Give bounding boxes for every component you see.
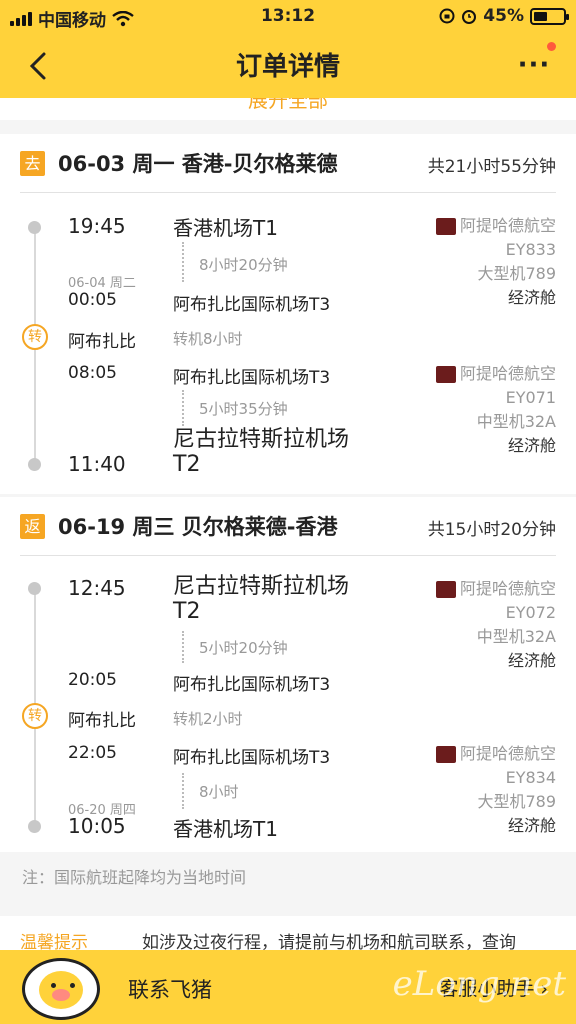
arrival-airport: 阿布扎比国际机场T3 — [173, 675, 331, 695]
airline-name: 阿提哈德航空 — [459, 579, 556, 598]
arrival-time: 10:05 — [68, 814, 126, 838]
timeline-start-dot — [28, 582, 41, 595]
transfer-layover: 转机8小时 — [173, 330, 243, 348]
departure-time: 12:45 — [68, 576, 126, 600]
airline-info: 阿提哈德航空 EY834 大型机789 经济舱 — [435, 742, 556, 838]
aircraft-type: 大型机789 — [477, 792, 556, 811]
return-tag: 返 — [20, 514, 45, 539]
arrival-airport: 尼古拉特斯拉机场T2 — [173, 427, 350, 477]
flight-duration: 8小时 — [199, 783, 239, 801]
flight-number: EY834 — [505, 768, 556, 787]
departure-time: 22:05 — [68, 743, 117, 763]
fliggy-mascot-icon[interactable] — [22, 958, 100, 1020]
cabin-class: 经济舱 — [507, 651, 556, 670]
flight-number: EY071 — [505, 388, 556, 407]
arrival-time: 00:05 — [68, 290, 117, 310]
transfer-badge: 转 — [22, 703, 48, 729]
departure-time: 19:45 — [68, 214, 126, 238]
outbound-header: 去 06-03 周一 香港-贝尔格莱德 共21小时55分钟 — [0, 134, 576, 192]
page-title: 订单详情 — [235, 52, 340, 82]
airline-logo — [435, 745, 456, 763]
return-total-duration: 共15小时20分钟 — [427, 520, 556, 540]
arrival-airport: 阿布扎比国际机场T3 — [173, 295, 331, 315]
bottom-bar: 联系飞猪 客服小助手 › eLong.net — [0, 950, 576, 1024]
airline-info: 阿提哈德航空 EY071 中型机32A 经济舱 — [435, 362, 556, 458]
airline-name: 阿提哈德航空 — [459, 216, 556, 235]
duration-line — [182, 390, 184, 426]
airline-logo — [435, 365, 456, 383]
cabin-class: 经济舱 — [507, 816, 556, 835]
flight-duration: 5小时35分钟 — [199, 400, 288, 418]
aircraft-type: 中型机32A — [476, 627, 556, 646]
duration-line — [182, 242, 184, 282]
rotation-lock-icon — [439, 8, 455, 24]
return-route: 06-19 周三 贝尔格莱德-香港 — [58, 515, 338, 539]
flight-number: EY833 — [505, 240, 556, 259]
alarm-icon — [462, 10, 477, 24]
aircraft-type: 大型机789 — [477, 264, 556, 283]
divider — [20, 555, 556, 556]
airline-name: 阿提哈德航空 — [459, 364, 556, 383]
timeline-start-dot — [28, 221, 41, 234]
duration-line — [182, 631, 184, 663]
arrival-time: 11:40 — [68, 452, 126, 476]
cabin-class: 经济舱 — [507, 436, 556, 455]
departure-airport: 阿布扎比国际机场T3 — [173, 748, 331, 768]
transfer-city: 阿布扎比 — [68, 711, 136, 731]
transfer-badge: 转 — [22, 324, 48, 350]
departure-airport: 香港机场T1 — [173, 216, 278, 240]
flight-duration: 8小时20分钟 — [199, 256, 288, 274]
notification-dot — [547, 42, 556, 51]
more-icon[interactable]: ··· — [514, 50, 554, 80]
expand-all-link[interactable]: 展开全部 — [0, 98, 576, 120]
battery-percent: 45% — [483, 6, 524, 26]
arrival-time: 20:05 — [68, 670, 117, 690]
timeline-end-dot — [28, 820, 41, 833]
airline-info: 阿提哈德航空 EY833 大型机789 经济舱 — [435, 214, 556, 310]
airline-info: 阿提哈德航空 EY072 中型机32A 经济舱 — [435, 577, 556, 673]
transfer-layover: 转机2小时 — [173, 710, 243, 728]
timeline-end-dot — [28, 458, 41, 471]
local-time-note: 注：国际航班起降均为当地时间 — [22, 868, 247, 887]
airline-logo — [435, 580, 456, 598]
airline-name: 阿提哈德航空 — [459, 744, 556, 763]
nav-bar: 订单详情 ··· — [0, 32, 576, 98]
transfer-city: 阿布扎比 — [68, 332, 136, 352]
flight-duration: 5小时20分钟 — [199, 639, 288, 657]
aircraft-type: 中型机32A — [476, 412, 556, 431]
status-right: 45% — [439, 6, 569, 26]
departure-time: 08:05 — [68, 363, 117, 383]
outbound-route: 06-03 周一 香港-贝尔格莱德 — [58, 152, 338, 176]
battery-icon — [530, 7, 569, 25]
duration-line — [182, 773, 184, 809]
contact-fliggy-button[interactable]: 联系飞猪 — [128, 974, 212, 1004]
status-bar: 中国移动 13:12 45% — [0, 0, 576, 32]
return-card: 返 06-19 周三 贝尔格莱德-香港 共15小时20分钟 转 12:45 尼古… — [0, 497, 576, 852]
departure-airport: 尼古拉特斯拉机场T2 — [173, 574, 350, 624]
outbound-card: 去 06-03 周一 香港-贝尔格莱德 共21小时55分钟 转 19:45 香港… — [0, 134, 576, 494]
cabin-class: 经济舱 — [507, 288, 556, 307]
departure-airport: 阿布扎比国际机场T3 — [173, 368, 331, 388]
divider — [20, 192, 556, 193]
return-header: 返 06-19 周三 贝尔格莱德-香港 共15小时20分钟 — [0, 497, 576, 555]
flight-number: EY072 — [505, 603, 556, 622]
arrival-airport: 香港机场T1 — [173, 817, 278, 841]
outbound-total-duration: 共21小时55分钟 — [427, 157, 556, 177]
watermark-logo: eLong.net — [392, 964, 566, 1004]
arrival-date: 06-04 周二 — [68, 276, 136, 291]
airline-logo — [435, 217, 456, 235]
outbound-tag: 去 — [20, 151, 45, 176]
expand-all-label: 展开全部 — [248, 98, 328, 112]
